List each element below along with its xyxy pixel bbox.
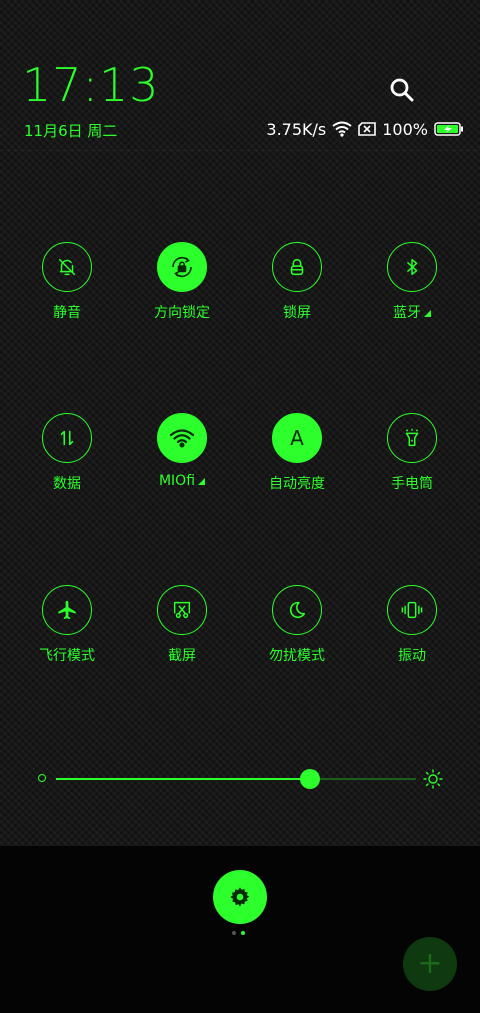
page-indicator — [232, 931, 245, 935]
airplane-icon[interactable] — [42, 585, 92, 635]
header-divider — [0, 150, 480, 151]
tile-label: 数据 — [53, 476, 81, 492]
search-icon[interactable] — [388, 76, 416, 104]
rotation-lock-icon[interactable] — [157, 242, 207, 292]
add-button[interactable]: + — [403, 937, 457, 991]
tile-airplane-mode[interactable]: 飞行模式 — [12, 585, 122, 685]
no-sim-icon — [358, 122, 377, 136]
page-dot-active — [241, 931, 245, 935]
auto-brightness-letter: A — [290, 426, 304, 450]
tile-lock-screen[interactable]: 锁屏 — [242, 242, 352, 342]
network-speed: 3.75K/s — [266, 119, 327, 139]
brightness-track[interactable] — [56, 769, 416, 789]
tile-label: 勿扰模式 — [269, 648, 325, 664]
tile-label: MIOfi — [127, 473, 237, 489]
tile-label: 飞行模式 — [39, 648, 95, 664]
flashlight-icon[interactable] — [387, 413, 437, 463]
status-bar: 3.75K/s 100% — [266, 118, 464, 140]
bell-off-icon[interactable] — [42, 242, 92, 292]
mobile-data-icon[interactable] — [42, 413, 92, 463]
tile-flashlight[interactable]: 手电筒 — [357, 413, 467, 513]
screenshot-icon[interactable] — [157, 585, 207, 635]
sun-icon — [422, 768, 444, 790]
tile-do-not-disturb[interactable]: 勿扰模式 — [242, 585, 352, 685]
tile-mobile-data[interactable]: 数据 — [12, 413, 122, 513]
brightness-low-icon — [38, 774, 46, 782]
tile-label: 静音 — [53, 305, 81, 321]
tile-label: 手电筒 — [391, 476, 433, 492]
wifi-signal-icon — [332, 121, 352, 137]
tile-label: 锁屏 — [283, 305, 311, 321]
bluetooth-icon[interactable] — [387, 242, 437, 292]
tile-rotation-lock[interactable]: 方向锁定 — [127, 242, 237, 342]
tile-label: 蓝牙 — [357, 302, 467, 322]
tile-label: 方向锁定 — [154, 305, 210, 321]
tile-label: 自动亮度 — [269, 476, 325, 492]
auto-brightness-icon[interactable]: A — [272, 413, 322, 463]
brightness-fill — [56, 778, 310, 780]
tile-mute[interactable]: 静音 — [12, 242, 122, 342]
tile-wifi[interactable]: MIOfi — [127, 413, 237, 513]
expand-arrow-icon[interactable] — [424, 310, 431, 317]
tile-label: 截屏 — [168, 648, 196, 664]
plus-icon: + — [417, 946, 443, 981]
clock-date[interactable]: 11月6日 周二 — [24, 120, 117, 141]
brightness-slider[interactable] — [38, 768, 444, 790]
vibrate-icon[interactable] — [387, 585, 437, 635]
tile-vibrate[interactable]: 振动 — [357, 585, 467, 685]
brightness-thumb[interactable] — [299, 769, 320, 789]
moon-icon[interactable] — [272, 585, 322, 635]
clock-time[interactable]: 17:13 — [22, 62, 160, 108]
battery-percent: 100% — [382, 119, 428, 139]
page-dot — [232, 931, 236, 935]
tile-auto-brightness[interactable]: A 自动亮度 — [242, 413, 352, 513]
lock-icon[interactable] — [272, 242, 322, 292]
tile-screenshot[interactable]: 截屏 — [127, 585, 237, 685]
tile-label: 振动 — [398, 648, 426, 664]
settings-button[interactable] — [213, 870, 267, 924]
wifi-icon[interactable] — [157, 413, 207, 463]
tile-bluetooth[interactable]: 蓝牙 — [357, 242, 467, 342]
expand-arrow-icon[interactable] — [198, 478, 206, 485]
gear-icon — [230, 887, 250, 907]
battery-charging-icon — [434, 122, 464, 136]
